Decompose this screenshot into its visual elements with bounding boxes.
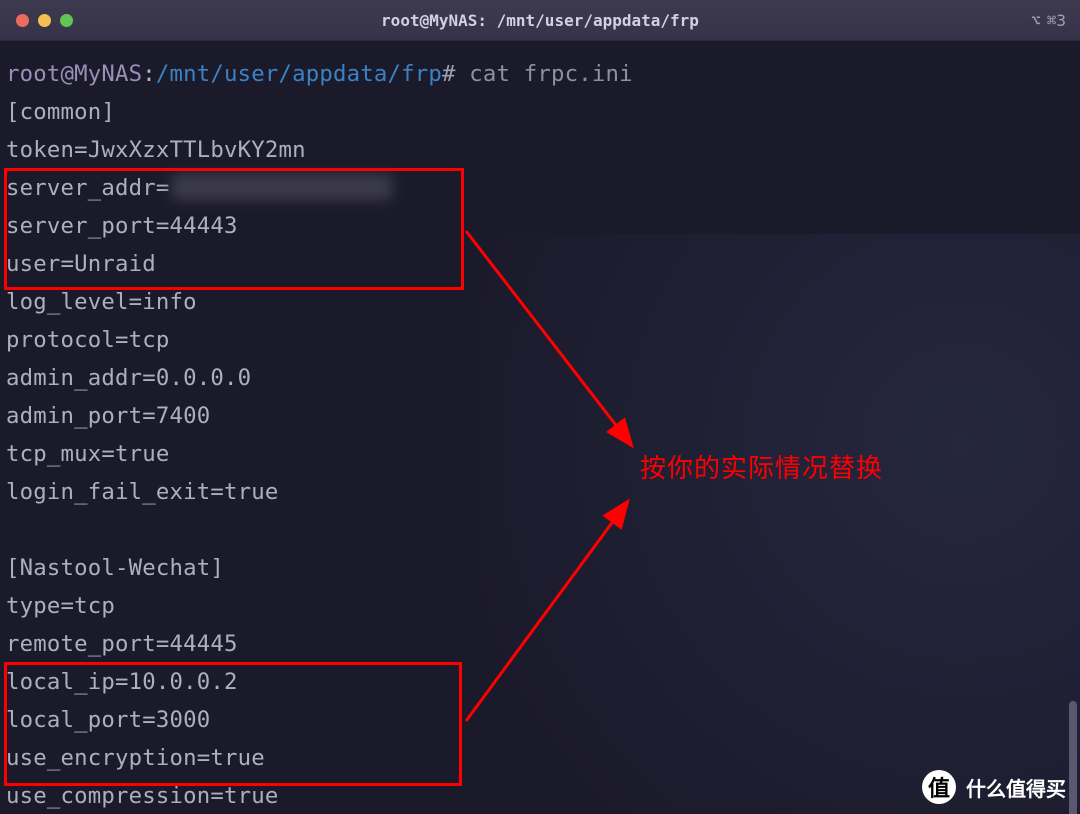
- config-line-local-port: local_port=3000: [6, 701, 1074, 739]
- prompt-path: /mnt/user/appdata/frp: [156, 61, 442, 87]
- close-button[interactable]: [16, 14, 29, 27]
- prompt-line: root@MyNAS:/mnt/user/appdata/frp# cat fr…: [6, 55, 1074, 93]
- config-line-log-level: log_level=info: [6, 283, 1074, 321]
- annotation-text: 按你的实际情况替换: [640, 449, 883, 487]
- command-text: cat frpc.ini: [469, 61, 633, 87]
- watermark: 值 什么值得买: [922, 770, 1066, 804]
- config-line-server-addr: server_addr=: [6, 169, 1074, 207]
- window-title: root@MyNAS: /mnt/user/appdata/frp: [0, 11, 1080, 30]
- config-line-server-port: server_port=44443: [6, 207, 1074, 245]
- window-titlebar: root@MyNAS: /mnt/user/appdata/frp ⌥ ⌘3: [0, 0, 1080, 41]
- redacted-server-addr: [172, 174, 392, 200]
- terminal-body[interactable]: root@MyNAS:/mnt/user/appdata/frp# cat fr…: [0, 41, 1080, 814]
- config-line-common: [common]: [6, 93, 1074, 131]
- prompt-hash: #: [442, 61, 456, 87]
- traffic-lights: [16, 14, 73, 27]
- blank-line: [6, 511, 1074, 549]
- config-line-tcp-mux: tcp_mux=true: [6, 435, 1074, 473]
- server-addr-label: server_addr=: [6, 175, 170, 201]
- config-line-login-fail: login_fail_exit=true: [6, 473, 1074, 511]
- config-line-protocol: protocol=tcp: [6, 321, 1074, 359]
- config-line-use-compression: use_compression=true: [6, 777, 1074, 814]
- prompt-colon: :: [142, 61, 156, 87]
- config-line-remote-port: remote_port=44445: [6, 625, 1074, 663]
- watermark-text: 什么值得买: [966, 773, 1066, 802]
- config-line-type: type=tcp: [6, 587, 1074, 625]
- zoom-button[interactable]: [60, 14, 73, 27]
- titlebar-shortcut: ⌥ ⌘3: [1031, 0, 1066, 40]
- config-line-use-encryption: use_encryption=true: [6, 739, 1074, 777]
- config-line-token: token=JwxXzxTTLbvKY2mn: [6, 131, 1074, 169]
- shortcut-label: ⌘3: [1047, 11, 1066, 30]
- config-section-nastool: [Nastool-Wechat]: [6, 549, 1074, 587]
- config-line-admin-port: admin_port=7400: [6, 397, 1074, 435]
- config-line-user: user=Unraid: [6, 245, 1074, 283]
- prompt-user-host: root@MyNAS: [6, 61, 142, 87]
- config-line-admin-addr: admin_addr=0.0.0.0: [6, 359, 1074, 397]
- terminal-window: root@MyNAS: /mnt/user/appdata/frp ⌥ ⌘3 ro…: [0, 0, 1080, 814]
- scrollbar-thumb[interactable]: [1069, 701, 1077, 814]
- minimize-button[interactable]: [38, 14, 51, 27]
- config-line-local-ip: local_ip=10.0.0.2: [6, 663, 1074, 701]
- option-icon: ⌥: [1031, 11, 1041, 30]
- watermark-badge: 值: [922, 770, 956, 804]
